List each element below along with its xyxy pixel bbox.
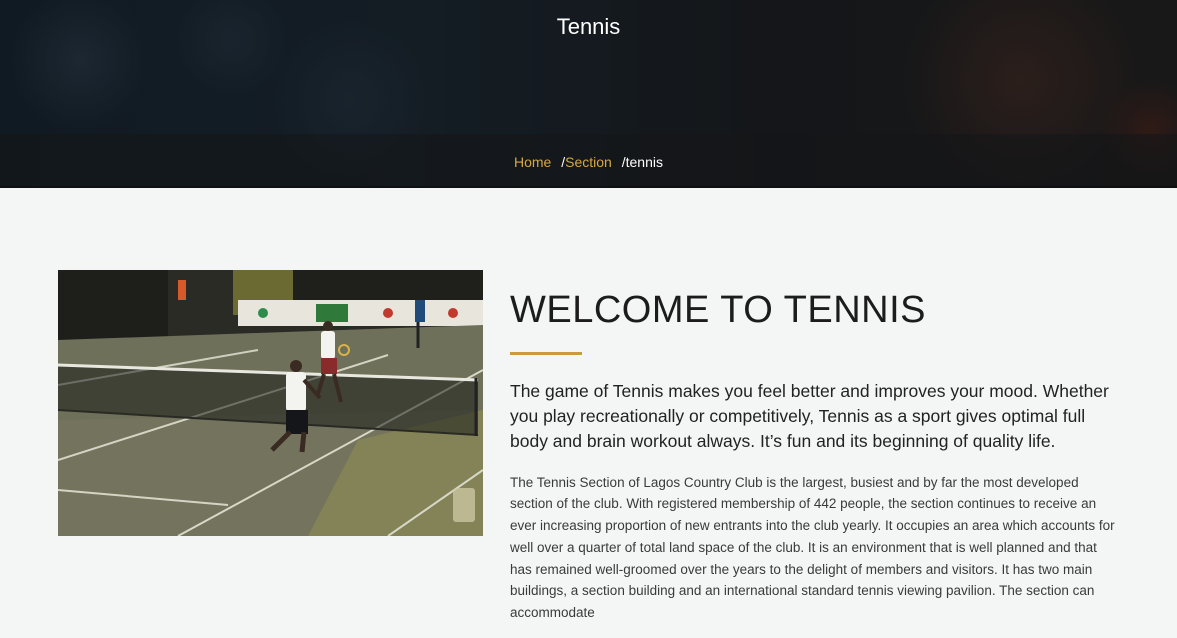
intro-section: WELCOME TO TENNIS The game of Tennis mak… — [510, 288, 1120, 638]
hero-banner: Tennis Home /Section /tennis — [0, 0, 1177, 188]
tennis-photo — [58, 270, 483, 536]
hero-divider — [0, 186, 1177, 188]
body-paragraph: The Tennis Section of Lagos Country Club… — [510, 474, 1115, 621]
breadcrumb-home-link[interactable]: Home — [514, 154, 551, 170]
breadcrumb-current: tennis — [625, 154, 663, 170]
lead-paragraph: The game of Tennis makes you feel better… — [510, 381, 1109, 451]
heading-underline — [510, 352, 582, 355]
section-heading: WELCOME TO TENNIS — [510, 289, 927, 331]
breadcrumb-bar: Home /Section /tennis — [0, 134, 1177, 186]
breadcrumb-section-link[interactable]: Section — [565, 154, 612, 170]
breadcrumb: Home /Section /tennis — [0, 154, 1177, 170]
page-title: Tennis — [556, 14, 621, 39]
